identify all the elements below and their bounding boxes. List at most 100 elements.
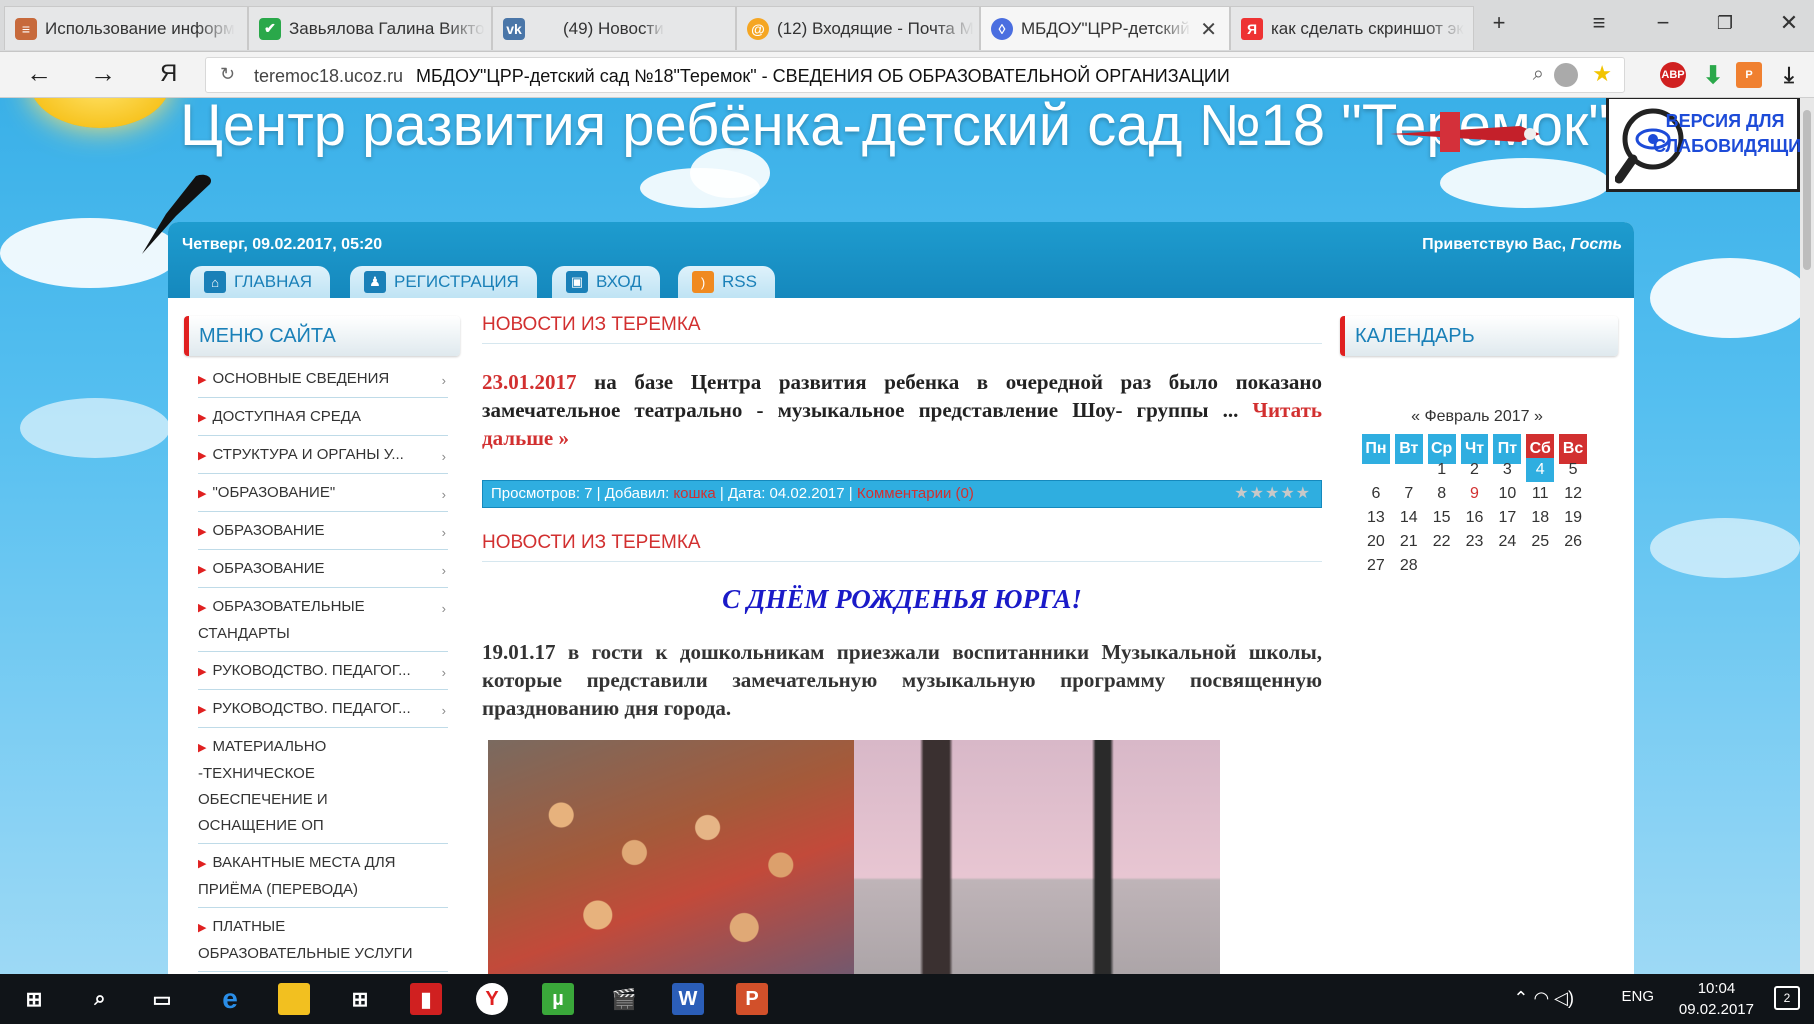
utorrent-icon[interactable]: µ	[542, 983, 574, 1015]
sidebar-menu-item[interactable]: ▶ ОБРАЗОВАТЕЛЬНЫЕ СТАНДАРТЫ ›	[198, 588, 448, 652]
calendar-day[interactable]: 16	[1461, 506, 1489, 530]
calendar-day[interactable]: 17	[1493, 506, 1521, 530]
tab-zavyalova[interactable]: ✔ Завьялова Галина Викто	[248, 6, 492, 50]
calendar-day[interactable]: 25	[1526, 530, 1554, 554]
calendar-day[interactable]: 15	[1428, 506, 1456, 530]
calendar-day[interactable]: 7	[1395, 482, 1423, 506]
yandex-home-button[interactable]: Я	[160, 60, 177, 88]
yandex-browser-icon[interactable]: Y	[476, 983, 508, 1015]
chevron-right-icon: ›	[441, 373, 446, 388]
children-audience-photo[interactable]	[488, 740, 854, 974]
calendar-day[interactable]: 12	[1559, 482, 1587, 506]
tab-mbdou[interactable]: ◊ МБДОУ"ЦРР-детский ✕	[980, 6, 1230, 50]
prev-month-button[interactable]: «	[1411, 408, 1420, 425]
close-window-button[interactable]: ✕	[1774, 10, 1804, 36]
nav-tab-login[interactable]: ▣ ВХОД	[552, 266, 660, 298]
sidebar-menu-item[interactable]: ▶ РУКОВОДСТВО. ПЕДАГОГ... ›	[198, 652, 448, 690]
address-bar[interactable]: ↻ teremoc18.ucoz.ru МБДОУ"ЦРР-детский са…	[205, 57, 1625, 93]
file-explorer-icon[interactable]	[278, 983, 310, 1015]
word-icon[interactable]: W	[672, 983, 704, 1015]
tab-usage-info[interactable]: ≡ Использование информ	[4, 6, 248, 50]
tab-mail[interactable]: @ (12) Входящие - Почта М	[736, 6, 980, 50]
sidebar-menu-item[interactable]: ▶ СТРУКТУРА И ОРГАНЫ У... ›	[198, 436, 448, 474]
nav-tab-home[interactable]: ⌂ ГЛАВНАЯ	[190, 266, 330, 298]
new-tab-button[interactable]: +	[1484, 10, 1514, 36]
edge-icon[interactable]: e	[214, 983, 246, 1015]
tray-icons[interactable]: ⌃ ◠ ◁)	[1513, 988, 1574, 1009]
calendar-day[interactable]: 13	[1362, 506, 1390, 530]
downloads-icon[interactable]: ⤓	[1776, 62, 1802, 88]
comments-link[interactable]: Комментарии (0)	[857, 485, 974, 502]
rating-stars[interactable]: ★★★★★	[1234, 481, 1311, 507]
sidebar-menu-item[interactable]: ▶ ОБРАЗОВАНИЕ ›	[198, 550, 448, 588]
calendar-day[interactable]: 6	[1362, 482, 1390, 506]
calendar-day[interactable]: 20	[1362, 530, 1390, 554]
scrollbar-thumb[interactable]	[1803, 110, 1811, 270]
zoom-icon[interactable]: ⌕	[1533, 63, 1544, 86]
document-icon: ≡	[15, 17, 37, 40]
calendar-day[interactable]: 3	[1493, 458, 1521, 482]
star-bookmark-icon[interactable]: ★	[1592, 61, 1612, 87]
calendar-day[interactable]: 24	[1493, 530, 1521, 554]
task-view-icon[interactable]: ▭	[146, 983, 178, 1015]
calendar-day[interactable]: 8	[1428, 482, 1456, 506]
powerpoint-icon[interactable]: P	[736, 983, 768, 1015]
calendar-day[interactable]: 23	[1461, 530, 1489, 554]
adblock-icon[interactable]: ABP	[1660, 62, 1686, 88]
nav-tab-rss[interactable]: ) RSS	[678, 266, 775, 298]
calendar-day[interactable]: 26	[1559, 530, 1587, 554]
calendar-day[interactable]: 2	[1461, 458, 1489, 482]
nav-tab-register[interactable]: ♟ РЕГИСТРАЦИЯ	[350, 266, 537, 298]
powerpoint-ext-icon[interactable]: P	[1736, 62, 1762, 88]
calendar-grid: Пн Вт Ср Чт Пт Сб Вс 1 2 3 4 5 6 7 8 9 10 11 12 13 14 15 16 17 1…	[1362, 434, 1592, 578]
restore-button[interactable]: ❐	[1710, 13, 1740, 34]
calendar-day[interactable]: 27	[1362, 554, 1390, 578]
search-icon[interactable]: ⌕	[84, 983, 116, 1015]
browser-menu-button[interactable]: ≡	[1584, 10, 1614, 36]
clock-date: 09.02.2017	[1678, 1001, 1754, 1018]
language-indicator[interactable]: ENG	[1621, 988, 1654, 1005]
greeting: Приветствую Вас, Гость	[1422, 236, 1622, 254]
forward-button[interactable]: →	[90, 58, 116, 89]
sidebar-menu-item[interactable]: ▶ ОБРАЗОВАНИЕ ›	[198, 512, 448, 550]
sidebar-menu-item[interactable]: ▶ РУКОВОДСТВО. ПЕДАГОГ... ›	[198, 690, 448, 728]
sidebar-menu-item[interactable]: ▶ ДОСТУПНАЯ СРЕДА	[198, 398, 448, 436]
calendar-day[interactable]: 28	[1395, 554, 1423, 578]
back-button[interactable]: ←	[26, 58, 52, 89]
vision-impaired-button[interactable]: ВЕРСИЯ ДЛЯ СЛАБОВИДЯЩИХ	[1606, 98, 1800, 192]
sidebar-menu-item[interactable]: ▶ МАТЕРИАЛЬНО -ТЕХНИЧЕСКОЕ ОБЕСПЕЧЕНИЕ И …	[198, 728, 448, 844]
store-icon[interactable]: ⊞	[344, 983, 376, 1015]
calendar-day[interactable]: 9	[1461, 482, 1489, 506]
windows-start-icon[interactable]: ⊞	[18, 983, 50, 1015]
reader-app-icon[interactable]: ▮	[410, 983, 442, 1015]
tab-vk-news[interactable]: vk (49) Новости	[492, 6, 736, 50]
tab-screenshot-search[interactable]: Я как сделать скриншот эк	[1230, 6, 1474, 50]
calendar-day[interactable]: 14	[1395, 506, 1423, 530]
calendar-day[interactable]: 10	[1493, 482, 1521, 506]
calendar-day[interactable]: 1	[1428, 458, 1456, 482]
calendar-day[interactable]: 5	[1559, 458, 1587, 482]
clock[interactable]: 10:04 09.02.2017	[1679, 978, 1754, 1020]
reload-icon[interactable]: ↻	[220, 64, 235, 85]
calendar-day[interactable]: 11	[1526, 482, 1554, 506]
calendar-day[interactable]: 22	[1428, 530, 1456, 554]
calendar-day[interactable]: 4	[1526, 458, 1555, 482]
nav-label: RSS	[722, 272, 757, 291]
close-tab-icon[interactable]: ✕	[1200, 17, 1217, 42]
sidebar-menu-item[interactable]: ▶ "ОБРАЗОВАНИЕ" ›	[198, 474, 448, 512]
next-month-button[interactable]: »	[1534, 408, 1543, 425]
calendar-day[interactable]: 18	[1526, 506, 1554, 530]
sidebar-menu-item[interactable]: ▶ ВАКАНТНЫЕ МЕСТА ДЛЯ ПРИЁМА (ПЕРЕВОДА)	[198, 844, 448, 908]
download-helper-icon[interactable]: ⬇	[1700, 62, 1726, 89]
video-editor-icon[interactable]: 🎬	[608, 983, 640, 1015]
protect-icon[interactable]	[1554, 63, 1578, 87]
news-text: на базе Центра развития ребенка в очеред…	[482, 370, 1322, 422]
minimize-button[interactable]: −	[1648, 10, 1678, 36]
calendar-day[interactable]: 21	[1395, 530, 1423, 554]
notifications-icon[interactable]: 2	[1774, 986, 1800, 1010]
calendar-day[interactable]: 19	[1559, 506, 1587, 530]
sidebar-menu-item[interactable]: ▶ ПЛАТНЫЕ ОБРАЗОВАТЕЛЬНЫЕ УСЛУГИ	[198, 908, 448, 972]
author-link[interactable]: кошка	[673, 485, 715, 502]
music-performance-photo[interactable]	[854, 740, 1220, 974]
sidebar-menu-item[interactable]: ▶ ОСНОВНЫЕ СВЕДЕНИЯ ›	[198, 360, 448, 398]
